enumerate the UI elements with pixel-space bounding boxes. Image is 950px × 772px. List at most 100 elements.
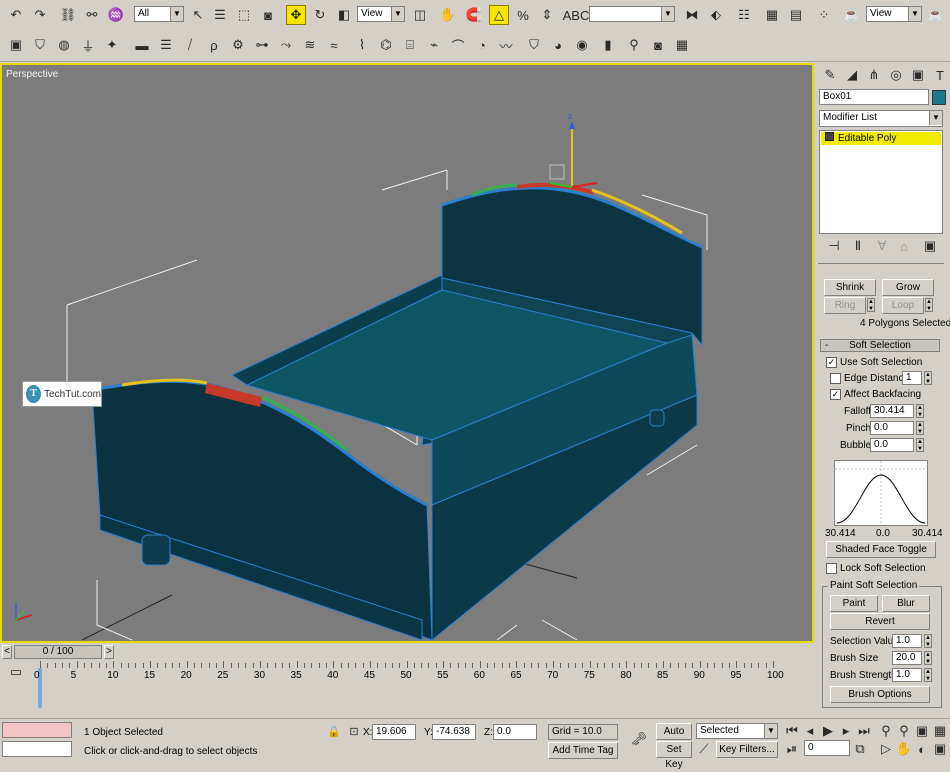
hierarchy-tab-icon[interactable]: ⋔ [864, 65, 884, 85]
zoom-all-icon[interactable]: ⚲ [896, 721, 912, 741]
named-selection-dropdown[interactable]: ▼ [589, 6, 675, 22]
blur-button[interactable]: Blur [882, 595, 930, 612]
tool-14-icon[interactable]: ≈ [324, 35, 344, 55]
undo-icon[interactable]: ↶ [6, 5, 26, 25]
tool-20-icon[interactable]: ◔ [472, 35, 492, 55]
field-of-view-icon[interactable]: ▷ [878, 739, 894, 759]
quick-render-icon[interactable]: ☕ [926, 5, 946, 25]
maxscript-input[interactable] [2, 741, 72, 757]
soft-selection-rollout[interactable]: - Soft Selection [820, 339, 940, 352]
absolute-mode-icon[interactable]: ⊡ [344, 721, 364, 741]
tool-1-icon[interactable]: ▣ [6, 35, 26, 55]
x-coordinate-field[interactable]: 19.606 [372, 724, 416, 740]
tool-27-icon[interactable]: ◙ [648, 35, 668, 55]
unlink-icon[interactable]: ⚯ [82, 5, 102, 25]
select-and-link-icon[interactable]: ⛓ [58, 5, 78, 25]
add-time-tag-button[interactable]: Add Time Tag [548, 742, 618, 759]
modifier-list-dropdown[interactable]: Modifier List ▼ [819, 110, 943, 127]
time-configuration-icon[interactable]: ⧉ [852, 739, 868, 759]
tool-18-icon[interactable]: ⌁ [424, 35, 444, 55]
grow-button[interactable]: Grow [882, 279, 934, 296]
select-manipulate-icon[interactable]: ✋ [438, 5, 458, 25]
falloff-spinner[interactable]: ▲ ▼ [916, 404, 924, 418]
zoom-extents-all-icon[interactable]: ▦ [932, 721, 948, 741]
tool-15-icon[interactable]: ⌇ [352, 35, 372, 55]
curve-editor-icon[interactable]: ▦ [762, 5, 782, 25]
auto-key-button[interactable]: Auto Key [656, 723, 692, 752]
tool-9-icon[interactable]: ρ [204, 35, 224, 55]
tool-16-icon[interactable]: ⌬ [376, 35, 396, 55]
time-slider-thumb[interactable]: 0 / 100 [14, 645, 102, 659]
current-frame-field[interactable]: 0 [804, 740, 850, 756]
bind-space-warp-icon[interactable]: ♒ [106, 5, 126, 25]
tool-10-icon[interactable]: ⚙ [228, 35, 248, 55]
create-tab-icon[interactable]: ✎ [820, 65, 840, 85]
ring-button[interactable]: Ring [824, 297, 866, 314]
tool-28-icon[interactable]: ▦ [672, 35, 692, 55]
pinch-spinner[interactable]: ▲ ▼ [916, 421, 924, 435]
paint-button[interactable]: Paint [830, 595, 878, 612]
perspective-viewport[interactable]: Perspective z T TechTut.com [0, 63, 814, 643]
lock-selection-icon[interactable]: 🔒 [324, 721, 344, 741]
window-crossing-icon[interactable]: ◙ [258, 5, 278, 25]
y-coordinate-field[interactable]: -74.638 [432, 724, 476, 740]
display-tab-icon[interactable]: ▣ [908, 65, 928, 85]
align-icon[interactable]: ⬖ [706, 5, 726, 25]
stack-light-icon[interactable] [825, 132, 834, 141]
tool-24-icon[interactable]: ◉ [572, 35, 592, 55]
select-and-move-icon[interactable]: ✥ [286, 5, 306, 25]
orbit-icon[interactable]: ◐ [914, 739, 930, 759]
ring-spinner[interactable]: ▲ ▼ [867, 298, 875, 312]
tool-8-icon[interactable]: ⧸ [180, 35, 200, 55]
tool-5-icon[interactable]: ✦ [102, 35, 122, 55]
bubble-spinner[interactable]: ▲ ▼ [916, 438, 924, 452]
key-mode-toggle-icon[interactable]: ⏯ [784, 739, 800, 759]
tool-17-icon[interactable]: ⌸ [400, 35, 420, 55]
stack-item-editable-poly[interactable]: Editable Poly [821, 132, 941, 145]
select-object-icon[interactable]: ↖ [188, 5, 208, 25]
set-key-button[interactable]: Set Key [656, 741, 692, 770]
default-in-out-tangent-icon[interactable]: ⟋ [696, 741, 712, 757]
object-name-field[interactable]: Box01 [819, 89, 929, 105]
percent-snap-icon[interactable]: % [513, 5, 533, 25]
tool-13-icon[interactable]: ≋ [300, 35, 320, 55]
brush-size-field[interactable]: 20.0 [892, 651, 922, 665]
mini-curve-editor-icon[interactable]: ▭ [6, 662, 26, 682]
select-and-scale-icon[interactable]: ◧ [334, 5, 354, 25]
selection-filter-dropdown[interactable]: All ▼ [134, 6, 184, 22]
bubble-field[interactable]: 0.0 [870, 438, 914, 452]
pin-stack-icon[interactable]: ⊣ [824, 236, 844, 256]
loop-button[interactable]: Loop [882, 297, 924, 314]
tool-11-icon[interactable]: ⊶ [252, 35, 272, 55]
mirror-icon[interactable]: ⧓ [682, 5, 702, 25]
use-soft-selection-checkbox[interactable]: ✓ [826, 357, 837, 368]
pinch-field[interactable]: 0.0 [870, 421, 914, 435]
edge-distance-checkbox[interactable] [830, 373, 841, 384]
set-keys-key-icon[interactable]: 🗝 [626, 729, 652, 749]
render-setup-icon[interactable]: ☕ [842, 5, 862, 25]
next-frame-button[interactable]: > [104, 645, 114, 659]
spinner-snap-icon[interactable]: ⇕ [537, 5, 557, 25]
affect-backfacing-checkbox[interactable]: ✓ [830, 389, 841, 400]
key-mode-dropdown[interactable]: Selected ▼ [696, 723, 778, 739]
go-to-end-icon[interactable]: ⏭ [856, 721, 872, 741]
time-slider[interactable]: < 0 / 100 > [0, 644, 814, 660]
revert-button[interactable]: Revert [830, 613, 930, 630]
maxscript-listener[interactable] [2, 722, 72, 738]
edge-distance-spinner[interactable]: ▲ ▼ [924, 371, 932, 385]
brush-strength-spinner[interactable]: ▲ ▼ [924, 668, 932, 682]
snap-toggle-icon[interactable]: 🧲 [464, 5, 484, 25]
lock-soft-selection-checkbox[interactable] [826, 563, 837, 574]
render-view-dropdown[interactable]: View ▼ [866, 6, 922, 22]
edit-named-selection-icon[interactable]: ABC [563, 5, 590, 25]
schematic-view-icon[interactable]: ▤ [786, 5, 806, 25]
tool-6-icon[interactable]: ▬ [132, 35, 152, 55]
brush-options-button[interactable]: Brush Options [830, 686, 930, 703]
next-frame-icon[interactable]: ▸ [838, 721, 854, 741]
select-and-rotate-icon[interactable]: ↻ [310, 5, 330, 25]
brush-size-spinner[interactable]: ▲ ▼ [924, 651, 932, 665]
angle-snap-icon[interactable]: △ [489, 5, 509, 25]
tool-22-icon[interactable]: ⛉ [524, 35, 544, 55]
tool-26-icon[interactable]: ⚲ [624, 35, 644, 55]
pivot-center-icon[interactable]: ◫ [410, 5, 430, 25]
